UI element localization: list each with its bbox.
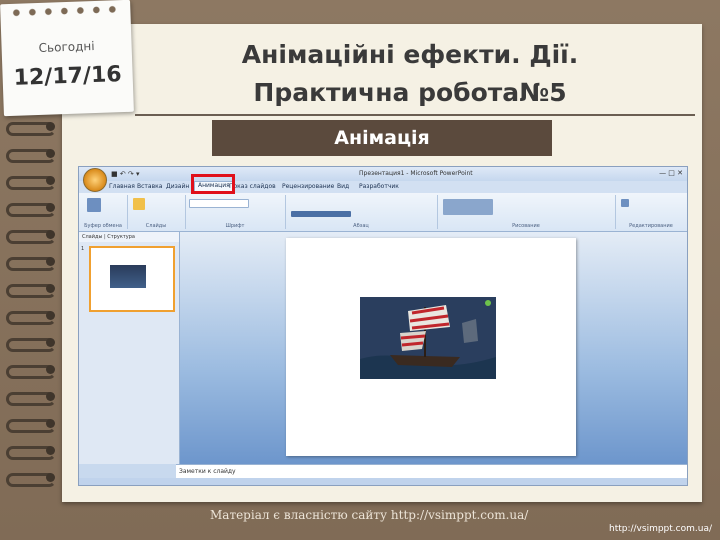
slide-page (286, 238, 576, 456)
window-titlebar: ■ ↶ ↷ ▾ Презентация1 - Microsoft PowerPo… (79, 167, 687, 181)
font-box (189, 199, 249, 208)
page-title: Анімаційні ефекти. Дії. Практична робота… (160, 36, 660, 112)
shapes-icon (443, 199, 493, 215)
group-clipboard: Буфер обмена (79, 195, 128, 229)
group-label: Рисование (512, 223, 540, 229)
section-heading: Анімація (212, 120, 552, 156)
group-label: Редактирование (629, 223, 673, 229)
group-label: Абзац (353, 223, 369, 229)
notes-pane: Заметки к слайду (176, 464, 687, 478)
office-button-icon (83, 168, 107, 192)
ship-picture (360, 297, 496, 379)
title-line-2: Практична робота№5 (253, 78, 567, 107)
tab-insert: Вставка (137, 183, 163, 190)
thumbnail-image (110, 265, 146, 288)
date-value: 12/17/16 (13, 62, 123, 91)
title-divider (135, 114, 695, 116)
find-icon (621, 199, 629, 207)
quick-access-toolbar: ■ ↶ ↷ ▾ (111, 170, 140, 178)
group-drawing: Рисование (437, 195, 616, 229)
panel-tabs: Слайды | Структура (79, 232, 179, 242)
group-label: Буфер обмена (84, 223, 122, 229)
ribbon: Буфер обмена Слайды Шрифт Абзац Рисовани… (79, 193, 687, 232)
note-holes (8, 4, 123, 19)
powerpoint-screenshot: ■ ↶ ↷ ▾ Презентация1 - Microsoft PowerPo… (78, 166, 688, 486)
date-label: Сьогодні (38, 39, 95, 55)
group-editing: Редактирование (615, 195, 687, 229)
group-label: Слайды (145, 223, 167, 229)
title-line-1: Анімаційні ефекти. Дії. (241, 40, 579, 69)
tab-slideshow: Показ слайдов (229, 183, 276, 190)
group-label: Шрифт (225, 223, 245, 229)
group-font: Шрифт (185, 195, 286, 229)
tab-view: Вид (337, 183, 350, 190)
group-paragraph: Абзац (285, 195, 438, 229)
animation-tab-highlight (191, 174, 235, 194)
panel-tab-outline: Структура (107, 234, 135, 240)
date-note: Сьогодні 12/17/16 (0, 0, 134, 117)
window-controls: — □ ✕ (659, 169, 683, 177)
tab-developer: Разработчик (359, 183, 399, 190)
slide-number: 1 (81, 246, 85, 252)
window-title: Презентация1 - Microsoft PowerPoint (359, 170, 473, 177)
tab-design: Дизайн (166, 183, 190, 190)
panel-tab-slides: Слайды (82, 234, 103, 240)
align-icons (291, 211, 351, 217)
ship-illustration (360, 297, 496, 379)
new-slide-icon (133, 198, 145, 210)
status-bar (79, 478, 687, 485)
site-url: http://vsimppt.com.ua/ (608, 524, 712, 534)
paste-icon (87, 198, 101, 212)
tab-review: Рецензирование (282, 183, 335, 190)
slide-thumbnail (89, 246, 175, 312)
tab-home: Главная (109, 183, 135, 190)
spiral-binding (6, 120, 66, 500)
ribbon-tabs: Главная Вставка Дизайн Анимация Показ сл… (79, 181, 687, 193)
slides-panel: Слайды | Структура 1 (79, 232, 180, 464)
slide-background: Сьогодні 12/17/16 Анімаційні ефекти. Дії… (0, 0, 720, 540)
group-slides: Слайды (127, 195, 186, 229)
copyright-footer: Матеріал є власністю сайту http://vsimpp… (210, 508, 529, 522)
slide-workspace (180, 232, 687, 464)
